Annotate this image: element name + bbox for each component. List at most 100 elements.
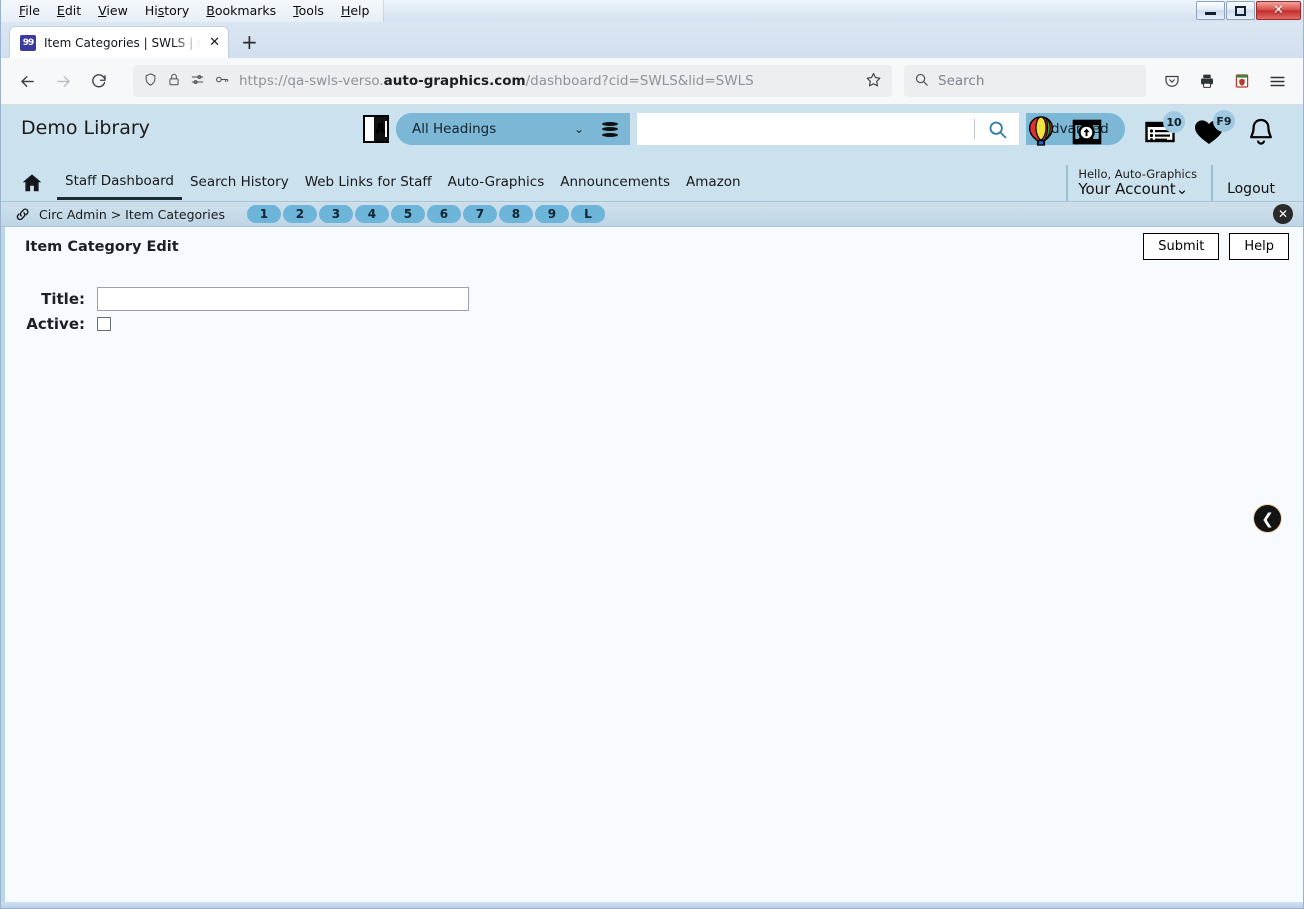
page-pill-5[interactable]: 5	[390, 205, 425, 223]
logout-link[interactable]: Logout	[1227, 181, 1275, 197]
reload-button[interactable]	[83, 65, 115, 97]
title-label: Title:	[41, 290, 85, 308]
list-icon[interactable]: 10	[1145, 111, 1185, 145]
menu-file[interactable]: File	[11, 1, 48, 21]
shield-icon[interactable]	[143, 72, 158, 91]
browser-menubar: File Edit View History Bookmarks Tools H…	[1, 0, 385, 22]
bell-icon[interactable]	[1247, 117, 1275, 147]
menu-help[interactable]: Help	[333, 1, 378, 21]
help-button[interactable]: Help	[1229, 233, 1289, 260]
url-text: https://qa-swls-verso.auto-graphics.com/…	[239, 73, 754, 89]
page-pill-2[interactable]: 2	[282, 205, 317, 223]
lock-icon[interactable]	[167, 72, 181, 91]
link-icon[interactable]	[15, 207, 31, 221]
extension-icon[interactable]	[1226, 65, 1258, 97]
content-header: Item Category Edit Submit Help	[5, 227, 1303, 267]
key-icon[interactable]	[214, 72, 230, 91]
chevron-down-icon: ⌄	[1175, 180, 1189, 199]
tab-close-icon[interactable]: ✕	[209, 35, 220, 50]
print-icon[interactable]	[1191, 65, 1223, 97]
back-button[interactable]	[11, 65, 43, 97]
browser-titlebar: File Edit View History Bookmarks Tools H…	[1, 0, 1303, 22]
hamburger-menu-icon[interactable]	[1261, 65, 1293, 97]
menu-tools[interactable]: Tools	[285, 1, 332, 21]
home-icon[interactable]	[21, 172, 43, 194]
library-name: Demo Library	[21, 117, 150, 139]
active-label: Active:	[26, 315, 85, 333]
field-row-title: Title:	[5, 287, 1303, 311]
nav-staff-dashboard[interactable]: Staff Dashboard	[57, 167, 182, 200]
page-title: Item Category Edit	[25, 239, 179, 255]
nav-auto-graphics[interactable]: Auto-Graphics	[440, 168, 553, 198]
nav-announcements[interactable]: Announcements	[552, 168, 678, 198]
search-scope-select[interactable]: All Headings ⌄	[396, 113, 592, 145]
app-header: Demo Library A All Headings ⌄ Advanced 1…	[1, 105, 1303, 201]
nav-amazon[interactable]: Amazon	[678, 168, 749, 198]
submit-button[interactable]: Submit	[1143, 233, 1220, 260]
browser-search-bar[interactable]: Search	[904, 65, 1146, 97]
minimize-button[interactable]	[1196, 1, 1225, 20]
title-input[interactable]	[97, 287, 469, 311]
window-bottom-edge	[1, 902, 1303, 908]
browser-window: File Edit View History Bookmarks Tools H…	[0, 0, 1304, 909]
menu-view[interactable]: View	[90, 1, 136, 21]
page-pill-6[interactable]: 6	[426, 205, 461, 223]
minimize-icon	[1205, 12, 1216, 15]
page-pill-last[interactable]: L	[570, 205, 605, 223]
nav-web-links-for-staff[interactable]: Web Links for Staff	[297, 168, 440, 198]
pagination: 1 2 3 4 5 6 7 8 9 L	[246, 205, 605, 223]
page-pill-3[interactable]: 3	[318, 205, 353, 223]
tab-strip: 99 Item Categories | SWLS | swls | A ✕ +	[1, 22, 1303, 58]
toolbar-right-icons	[1156, 65, 1293, 97]
menu-history[interactable]: History	[137, 1, 197, 21]
menu-bookmarks[interactable]: Bookmarks	[198, 1, 284, 21]
page-pill-8[interactable]: 8	[498, 205, 533, 223]
nav-search-history[interactable]: Search History	[182, 168, 297, 198]
balloon-icon[interactable]	[1027, 115, 1055, 149]
heart-icon[interactable]: F9	[1193, 110, 1235, 146]
search-submit-icon[interactable]	[975, 113, 1019, 145]
database-icon[interactable]	[602, 121, 618, 137]
restore-button[interactable]	[1226, 1, 1255, 20]
page-viewport: Demo Library A All Headings ⌄ Advanced 1…	[1, 105, 1303, 908]
bookmark-star-icon[interactable]	[865, 71, 882, 92]
tab-favicon-icon: 99	[20, 34, 36, 51]
account-area: Hello, Auto-Graphics Your Account⌄ Logou…	[1066, 165, 1275, 201]
search-input[interactable]	[637, 114, 974, 144]
breadcrumb-text: Circ Admin > Item Categories	[39, 206, 225, 222]
menu-edit[interactable]: Edit	[49, 1, 89, 21]
url-bar[interactable]: https://qa-swls-verso.auto-graphics.com/…	[133, 65, 892, 97]
page-pill-9[interactable]: 9	[534, 205, 569, 223]
new-tab-button[interactable]: +	[241, 32, 258, 52]
tab-title: Item Categories | SWLS | swls | A	[44, 35, 201, 50]
image-search-icon[interactable]	[1071, 116, 1103, 148]
your-account-label: Your Account	[1078, 180, 1176, 199]
account-box: Hello, Auto-Graphics Your Account⌄	[1066, 165, 1197, 201]
browser-toolbar: https://qa-swls-verso.auto-graphics.com/…	[1, 58, 1303, 105]
browser-search-placeholder: Search	[938, 73, 985, 89]
pocket-icon[interactable]	[1156, 65, 1188, 97]
catalog-search-row: A All Headings ⌄ Advanced	[363, 113, 1125, 145]
search-query-box	[637, 113, 1019, 145]
logout-box: Logout	[1211, 165, 1275, 201]
restore-icon	[1235, 5, 1246, 16]
your-account-menu[interactable]: Your Account⌄	[1078, 181, 1197, 198]
list-badge: 10	[1163, 111, 1185, 133]
app-nav-row: Staff Dashboard Search History Web Links…	[1, 165, 1303, 201]
page-pill-7[interactable]: 7	[462, 205, 497, 223]
window-close-button[interactable]: ✕	[1256, 1, 1301, 20]
page-pill-1[interactable]: 1	[246, 205, 281, 223]
breadcrumb-bar: Circ Admin > Item Categories 1 2 3 4 5 6…	[1, 201, 1303, 227]
tab-item-categories[interactable]: 99 Item Categories | SWLS | swls | A ✕	[9, 26, 229, 58]
chevron-down-icon: ⌄	[573, 122, 584, 136]
translate-icon[interactable]: A	[363, 115, 389, 143]
permissions-icon[interactable]	[190, 72, 205, 91]
active-checkbox[interactable]	[97, 317, 111, 331]
forward-button[interactable]	[47, 65, 79, 97]
heart-badge: F9	[1213, 110, 1235, 132]
search-scope-wrapper: All Headings ⌄	[396, 113, 630, 145]
page-pill-4[interactable]: 4	[354, 205, 389, 223]
collapse-panel-button[interactable]: ❮	[1254, 505, 1281, 532]
close-icon[interactable]: ✕	[1273, 204, 1293, 224]
field-row-active: Active:	[5, 315, 1303, 333]
